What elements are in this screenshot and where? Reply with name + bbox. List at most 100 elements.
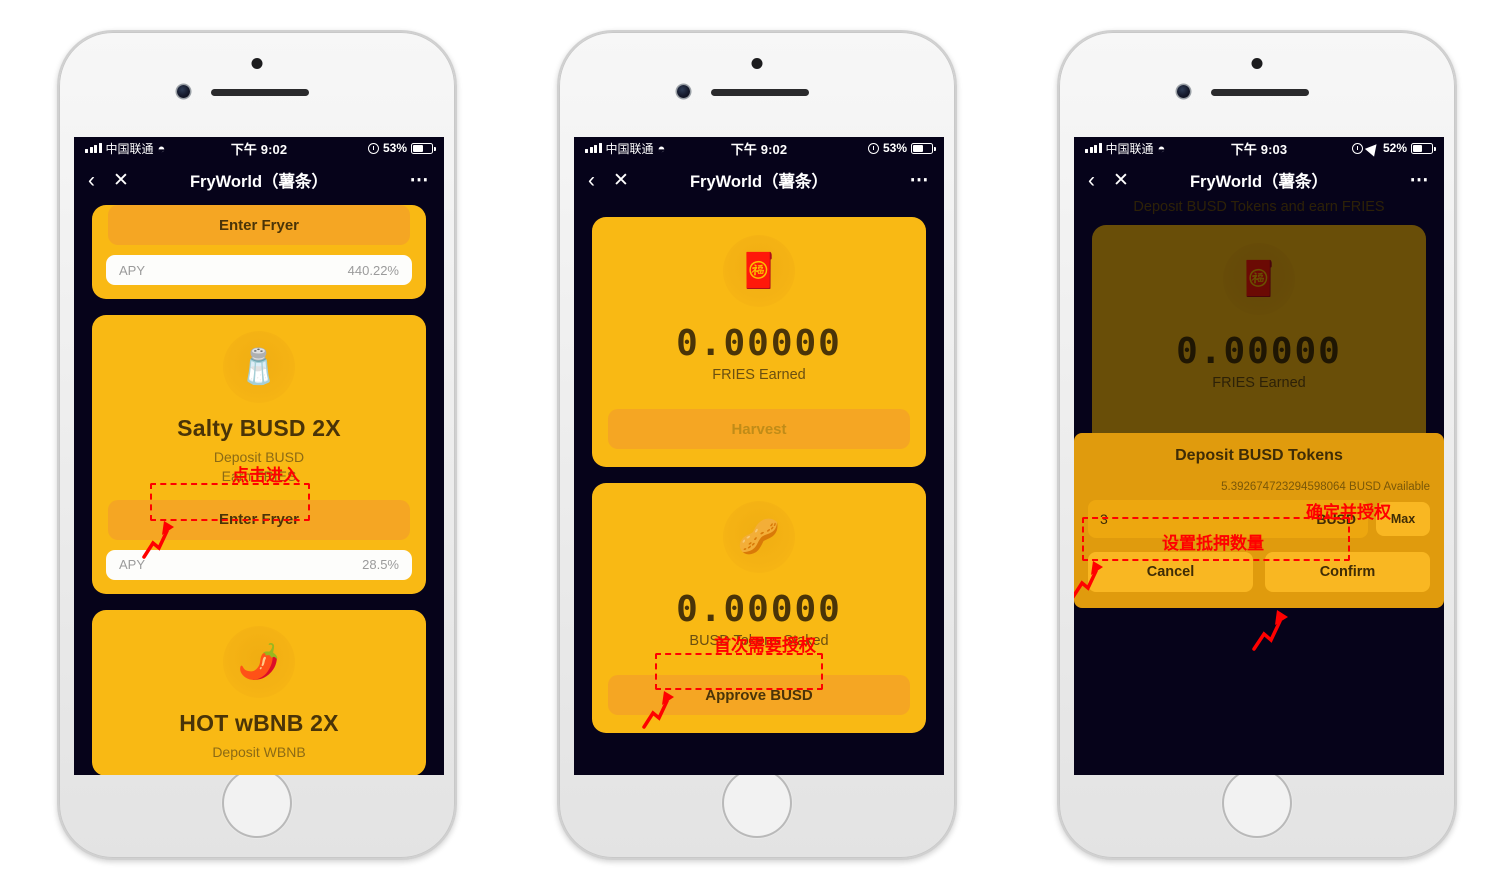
signal-bars-icon (1085, 143, 1102, 153)
apy-value: 440.22% (347, 262, 399, 278)
status-time: 下午 9:02 (730, 141, 788, 157)
deposit-hint: Deposit BUSD Tokens and earn FRIES (1133, 201, 1385, 215)
harvest-button[interactable]: Harvest (608, 409, 910, 449)
page-title: FryWorld（薯条） (189, 173, 329, 191)
wifi-icon: ◓ (657, 140, 666, 156)
deposit-screen[interactable]: Deposit BUSD Tokens and earn FRIES 🧧 0.0… (1074, 201, 1444, 775)
alarm-icon (367, 142, 379, 154)
carrier-label: 中国联通 (605, 141, 654, 156)
page-title: FryWorld（薯条） (1189, 173, 1329, 191)
fries-earned-label: FRIES Earned (1212, 375, 1306, 391)
home-button[interactable] (224, 770, 290, 836)
pool-card-hot-wbnb[interactable]: 🌶️ HOT wBNB 2X Deposit WBNB (92, 609, 426, 775)
enter-fryer-button[interactable]: Enter Fryer (108, 205, 410, 245)
alarm-icon (1351, 142, 1363, 154)
stats-list[interactable]: 🧧 0.00000 FRIES Earned Harvest 🥜 0.00000… (574, 201, 944, 775)
battery-percent-label: 52% (1382, 141, 1407, 155)
status-time: 下午 9:03 (1230, 141, 1288, 157)
close-icon[interactable]: ✕ (1113, 171, 1129, 190)
confirm-button[interactable]: Confirm (1265, 552, 1430, 592)
annotation-approve-label: 首次需要授权 (714, 636, 816, 656)
modal-actions[interactable]: Cancel Confirm (1088, 552, 1430, 592)
enter-fryer-button[interactable]: Enter Fryer (108, 499, 410, 540)
battery-icon (911, 142, 936, 154)
pool-card-partial[interactable]: Enter Fryer APY 440.22% (92, 205, 426, 299)
status-right: 52% (1351, 139, 1436, 157)
wifi-icon: ◓ (1157, 140, 1166, 156)
apy-value: 28.5% (362, 557, 399, 573)
modal-title: Deposit BUSD Tokens (1175, 447, 1343, 464)
status-time: 下午 9:02 (230, 141, 288, 157)
approve-busd-button[interactable]: Approve BUSD (608, 675, 910, 715)
battery-icon (411, 142, 436, 154)
screenshot-stage: 中国联通 ◓ 下午 9:02 53% ‹ ✕ FryWorld（薯条） ⋯ En… (0, 0, 1500, 889)
annotation-input-label: 设置抵押数量 (1162, 534, 1264, 554)
earpiece-speaker (711, 89, 809, 96)
nav-bar: ‹ ✕ FryWorld（薯条） ⋯ (74, 159, 444, 201)
pool-card-salty-busd[interactable]: 🧂 Salty BUSD 2X Deposit BUSD Earn FRIES … (92, 315, 426, 594)
more-dots-icon[interactable]: ⋯ (1410, 171, 1431, 190)
phone-device-1: 中国联通 ◓ 下午 9:02 53% ‹ ✕ FryWorld（薯条） ⋯ En… (57, 30, 457, 860)
status-left: 中国联通 ◓ (85, 140, 165, 157)
pool-title: Salty BUSD 2X (177, 415, 341, 441)
battery-percent-label: 53% (882, 141, 907, 155)
phone-device-2: 中国联通 ◓ 下午 9:02 53% ‹ ✕ FryWorld（薯条） ⋯ 🧧 … (557, 30, 957, 860)
page-title: FryWorld（薯条） (689, 173, 829, 191)
annotation-arrow-icon (1252, 610, 1288, 651)
more-dots-icon[interactable]: ⋯ (410, 171, 431, 190)
sensor-dot-icon (751, 58, 763, 69)
front-camera-icon (1177, 85, 1190, 98)
apy-bar: APY 28.5% (106, 549, 412, 580)
earpiece-speaker (1211, 89, 1309, 96)
chevron-left-icon[interactable]: ‹ (1088, 170, 1095, 191)
red-envelope-icon: 🧧 (723, 235, 795, 307)
wifi-icon: ◓ (157, 140, 166, 156)
pool-list[interactable]: Enter Fryer APY 440.22% 🧂 Salty BUSD 2X … (74, 201, 444, 775)
earpiece-speaker (211, 89, 309, 96)
signal-bars-icon (585, 143, 602, 153)
apy-label: APY (119, 557, 146, 573)
pool-title: HOT wBNB 2X (179, 709, 339, 736)
status-left: 中国联通 ◓ (1085, 140, 1165, 157)
battery-percent-label: 53% (382, 141, 407, 155)
annotation-confirm-label: 确定并授权 (1306, 503, 1391, 523)
phone-screen-2: 中国联通 ◓ 下午 9:02 53% ‹ ✕ FryWorld（薯条） ⋯ 🧧 … (574, 137, 944, 775)
phone-device-3: 中国联通 ◓ 下午 9:03 52% ‹ ✕ FryWorld（薯条） ⋯ De… (1057, 30, 1457, 860)
carrier-label: 中国联通 (1105, 141, 1154, 156)
cancel-button[interactable]: Cancel (1088, 552, 1253, 592)
battery-icon (1411, 142, 1436, 154)
more-dots-icon[interactable]: ⋯ (910, 171, 931, 190)
status-right: 53% (867, 141, 936, 155)
nav-bar: ‹ ✕ FryWorld（薯条） ⋯ (1074, 159, 1444, 201)
fries-earned-value: 0.00000 (676, 323, 842, 364)
fries-earned-card: 🧧 0.00000 FRIES Earned Harvest (592, 217, 926, 467)
chili-pepper-icon: 🌶️ (223, 625, 295, 698)
alarm-icon (867, 142, 879, 154)
close-icon[interactable]: ✕ (113, 171, 129, 190)
chevron-left-icon[interactable]: ‹ (88, 170, 95, 191)
home-button[interactable] (1224, 770, 1290, 836)
phone-screen-3: 中国联通 ◓ 下午 9:03 52% ‹ ✕ FryWorld（薯条） ⋯ De… (1074, 137, 1444, 775)
pool-subtitle-line1: Deposit WBNB (212, 743, 306, 760)
status-left: 中国联通 ◓ (585, 140, 665, 157)
peanut-icon: 🥜 (723, 501, 795, 573)
front-camera-icon (677, 85, 690, 98)
available-balance-label: 5.392674723294598064 BUSD Available (1221, 481, 1430, 493)
busd-staked-card: 🥜 0.00000 BUSD Tokens Staked Approve BUS… (592, 483, 926, 733)
front-camera-icon (177, 85, 190, 98)
status-bar: 中国联通 ◓ 下午 9:02 53% (574, 137, 944, 159)
signal-bars-icon (85, 143, 102, 153)
location-arrow-icon (1364, 139, 1382, 157)
carrier-label: 中国联通 (105, 141, 154, 156)
nav-bar: ‹ ✕ FryWorld（薯条） ⋯ (574, 159, 944, 201)
status-right: 53% (367, 141, 436, 155)
home-button[interactable] (724, 770, 790, 836)
close-icon[interactable]: ✕ (613, 171, 629, 190)
apy-label: APY (119, 262, 146, 278)
fries-earned-label: FRIES Earned (712, 367, 806, 383)
status-bar: 中国联通 ◓ 下午 9:02 53% (74, 137, 444, 159)
fries-earned-value: 0.00000 (1176, 331, 1342, 372)
salt-shaker-icon: 🧂 (223, 331, 295, 403)
busd-staked-value: 0.00000 (676, 589, 842, 630)
chevron-left-icon[interactable]: ‹ (588, 170, 595, 191)
